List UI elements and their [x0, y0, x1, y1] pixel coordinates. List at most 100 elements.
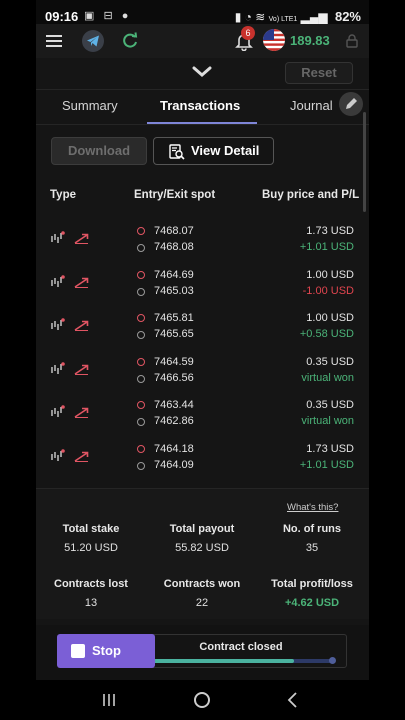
rise-arrow-icon: [74, 231, 89, 244]
contracts-won-label: Contracts won: [163, 578, 241, 590]
total-profit-value: +4.62 USD: [284, 597, 340, 609]
profit-loss: +1.01 USD: [299, 458, 354, 471]
column-header-spot: Entry/Exit spot: [134, 189, 216, 201]
total-profit-label: Total profit/loss: [271, 578, 353, 590]
runs-value: 35: [305, 542, 319, 554]
exit-spot-marker: [137, 461, 145, 470]
us-flag-icon[interactable]: [263, 29, 285, 51]
tick-contract-icon: [50, 361, 66, 375]
account-balance[interactable]: 189.83: [290, 33, 330, 48]
entry-spot: 7464.18: [154, 442, 194, 455]
home-icon[interactable]: [194, 692, 210, 708]
entry-spot-marker: [137, 314, 145, 322]
back-icon[interactable]: [286, 692, 298, 708]
view-detail-button[interactable]: View Detail: [153, 137, 274, 165]
progress-fill: [147, 659, 294, 663]
scrollbar[interactable]: [363, 112, 366, 212]
contract-status-label: Contract closed: [199, 641, 283, 653]
column-header-price: Buy price and P/L: [262, 189, 360, 201]
refresh-icon[interactable]: [120, 31, 140, 51]
exit-spot-marker: [137, 374, 145, 383]
recent-apps-icon[interactable]: [102, 693, 116, 707]
contracts-lost-label: Contracts lost: [54, 578, 128, 590]
progress-end-marker: [329, 657, 336, 664]
entry-spot-marker: [137, 227, 145, 235]
exit-spot: 7465.65: [154, 328, 194, 340]
lock-icon[interactable]: [346, 34, 358, 48]
total-stake-value: 51.20 USD: [64, 542, 118, 554]
system-nav-bar: [36, 680, 369, 720]
rise-arrow-icon: [74, 318, 89, 331]
whats-this-link[interactable]: What's this?: [287, 502, 338, 513]
reset-button[interactable]: Reset: [285, 62, 353, 84]
stop-label: Stop: [92, 643, 121, 658]
entry-spot-marker: [137, 270, 145, 279]
exit-spot-marker: [137, 331, 145, 339]
entry-spot: 7464.69: [154, 268, 194, 281]
notification-badge: 6: [241, 26, 255, 40]
transaction-row[interactable]: 7465.81 7465.65 1.00 USD +0.58 USD: [36, 312, 369, 355]
wifi-icon: ▮ ◔ ≋: [234, 10, 266, 24]
column-header-type: Type: [50, 189, 76, 201]
buy-price: 1.73 USD: [306, 225, 354, 237]
status-right: ▮ ◔ ≋ Vo) LTE1 ▂▄▆ 82%: [235, 9, 361, 24]
buy-price: 1.00 USD: [306, 312, 354, 324]
tick-contract-icon: [50, 317, 66, 331]
rise-arrow-icon: [74, 449, 89, 462]
progress-track: [147, 657, 336, 664]
view-detail-label: View Detail: [191, 143, 260, 158]
stop-button[interactable]: Stop: [57, 634, 155, 668]
download-button[interactable]: Download: [51, 137, 147, 165]
signal-icon: ▂▄▆: [300, 10, 328, 24]
status-notification-icons: ▣ ⊟ ●: [84, 10, 132, 22]
exit-spot-marker: [137, 244, 145, 252]
tick-contract-icon: [50, 448, 66, 462]
tick-contract-icon: [50, 230, 66, 244]
exit-spot: 7462.86: [154, 415, 194, 427]
exit-spot-marker: [137, 418, 145, 426]
profit-loss: +1.01 USD: [299, 241, 354, 253]
divider: [36, 89, 369, 90]
buy-price: 0.35 USD: [306, 399, 354, 411]
buy-price: 1.00 USD: [306, 268, 354, 281]
tab-summary[interactable]: Summary: [62, 98, 118, 113]
transaction-row[interactable]: 7463.44 7462.86 0.35 USD virtual won: [36, 399, 369, 442]
document-search-icon: [169, 144, 185, 160]
total-payout-label: Total payout: [169, 523, 235, 535]
status-time: 09:16: [45, 9, 79, 24]
transaction-row[interactable]: 7464.69 7465.03 1.00 USD -1.00 USD: [36, 269, 369, 312]
entry-spot: 7465.81: [154, 312, 194, 324]
profit-loss: -1.00 USD: [302, 284, 354, 297]
entry-spot: 7463.44: [154, 399, 194, 411]
tab-transactions[interactable]: Transactions: [160, 98, 240, 113]
exit-spot: 7468.08: [154, 241, 194, 253]
tick-contract-icon: [50, 274, 66, 288]
exit-spot: 7464.09: [154, 458, 194, 471]
menu-icon[interactable]: [46, 35, 62, 47]
entry-spot: 7464.59: [154, 355, 194, 368]
transaction-row[interactable]: 7464.18 7464.09 1.73 USD +1.01 USD: [36, 443, 369, 486]
contracts-won-value: 22: [195, 597, 209, 609]
battery-level: 82%: [334, 9, 361, 24]
total-payout-value: 55.82 USD: [175, 542, 229, 554]
total-stake-label: Total stake: [62, 523, 120, 535]
buy-price: 1.73 USD: [306, 442, 354, 455]
contracts-lost-value: 13: [84, 597, 98, 609]
app-screen: 09:16 ▣ ⊟ ● ▮ ◔ ≋ Vo) LTE1 ▂▄▆ 82% 6 189…: [36, 0, 369, 720]
stop-icon: [71, 644, 85, 658]
transaction-row[interactable]: 7468.07 7468.08 1.73 USD +1.01 USD: [36, 225, 369, 268]
telegram-icon[interactable]: [82, 30, 104, 52]
tick-contract-icon: [50, 404, 66, 418]
network-label: Vo) LTE1: [268, 16, 298, 23]
rise-arrow-icon: [74, 362, 89, 375]
profit-loss: virtual won: [301, 371, 354, 384]
tab-journal[interactable]: Journal: [290, 98, 333, 113]
entry-spot: 7468.07: [154, 225, 194, 237]
edit-icon[interactable]: [339, 92, 363, 116]
profit-loss: +0.58 USD: [299, 328, 354, 340]
transaction-row[interactable]: 7464.59 7466.56 0.35 USD virtual won: [36, 356, 369, 399]
divider: [36, 124, 369, 125]
chevron-down-icon[interactable]: [192, 66, 212, 78]
rise-arrow-icon: [74, 405, 89, 418]
exit-spot-marker: [137, 287, 145, 296]
